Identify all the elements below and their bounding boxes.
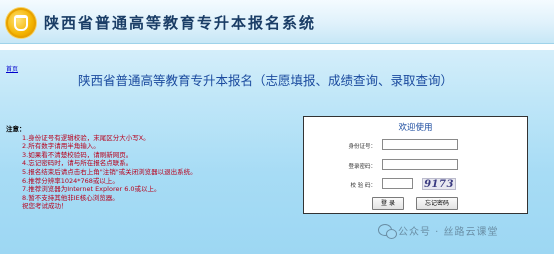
captcha-label: 校 验 码： xyxy=(350,183,377,189)
home-link[interactable]: 首页 xyxy=(6,64,18,73)
notes-item: 2.所有数字请用半角输入。 xyxy=(22,142,100,151)
app-header: 陕西省普通高等教育专升本报名系统 xyxy=(0,0,554,44)
password-label: 登录密码： xyxy=(348,164,376,170)
notes-list: 1.身份证号有逻辑校验，末尾区分大小写X。 2.所有数字请用半角输入。 3.如果… xyxy=(6,134,291,211)
login-title: 欢迎使用 xyxy=(398,123,433,133)
notes-title: 注意： xyxy=(6,125,26,133)
wechat-icon xyxy=(378,224,397,239)
page-heading: 陕西省普通高等教育专升本报名（志愿填报、成绩查询、录取查询） xyxy=(78,73,454,88)
site-title: 陕西省普通高等教育专升本报名系统 xyxy=(44,14,317,32)
notes-panel: 注意： 1.身份证号有逻辑校验，末尾区分大小写X。 2.所有数字请用半角输入。 … xyxy=(6,125,291,211)
login-button[interactable]: 登 录 xyxy=(372,197,404,210)
notes-item: 祝您考试成功！ xyxy=(22,202,68,211)
notes-item: 5.报名结束后请点击右上角"注销"或关闭浏览器以退出系统。 xyxy=(22,167,197,176)
watermark-text: 公众号 · 丝路云课堂 xyxy=(398,227,499,238)
notes-item: 4.忘记密码时，请与所在报名点联系。 xyxy=(22,159,133,168)
captcha-image[interactable]: 9173 xyxy=(422,178,456,190)
id-number-label: 身份证号： xyxy=(348,144,376,150)
education-emblem-icon xyxy=(6,8,36,38)
notes-item: 6.推荐分辨率1024*768或以上。 xyxy=(22,176,119,185)
watermark: 公众号 · 丝路云课堂 xyxy=(378,222,548,240)
id-number-input[interactable] xyxy=(382,139,458,150)
password-input[interactable] xyxy=(382,159,458,170)
captcha-input[interactable] xyxy=(382,178,413,189)
notes-item: 1.身份证号有逻辑校验，末尾区分大小写X。 xyxy=(22,133,150,142)
forgot-password-button[interactable]: 忘记密码 xyxy=(416,197,458,210)
notes-item: 7.推荐浏览器为Internet Explorer 6.0或以上。 xyxy=(22,185,161,194)
login-panel: 欢迎使用 身份证号： 登录密码： 校 验 码： 9173 登 录 忘记密码 xyxy=(303,116,528,214)
